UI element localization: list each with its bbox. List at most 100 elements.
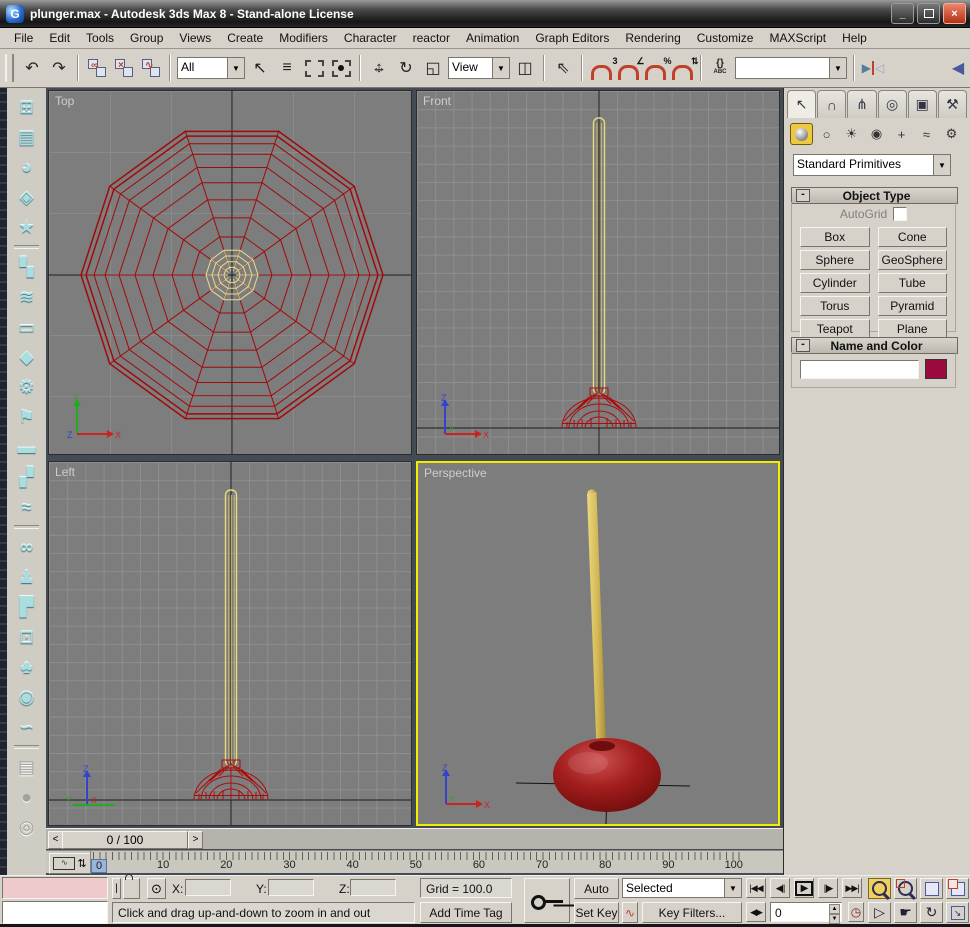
angle-snap-icon[interactable]: ∠: [616, 55, 640, 81]
spindle-object-icon[interactable]: ◈: [7, 182, 46, 212]
car-object-icon[interactable]: ▬: [7, 432, 46, 462]
viewport-perspective[interactable]: Perspective: [416, 461, 780, 826]
mirror-icon[interactable]: ▶◁: [861, 55, 885, 81]
hinge-object-icon[interactable]: ▞: [7, 462, 46, 492]
weathervane-object-icon[interactable]: ⚑: [7, 402, 46, 432]
previous-frame-button[interactable]: ◀||: [770, 878, 790, 898]
time-slider-next-button[interactable]: >: [188, 831, 203, 849]
open-mini-curve-editor-button[interactable]: ∿⇅: [49, 853, 91, 874]
box-button[interactable]: Box: [800, 227, 870, 247]
ball-material-icon[interactable]: ●: [7, 782, 46, 812]
menu-modifiers[interactable]: Modifiers: [271, 29, 336, 47]
current-frame-field[interactable]: 0 ▲▼: [770, 902, 842, 922]
menu-create[interactable]: Create: [219, 29, 271, 47]
swirl-material-icon[interactable]: ◎: [7, 812, 46, 842]
menu-reactor[interactable]: reactor: [405, 29, 458, 47]
plant-object-icon[interactable]: ♣: [7, 652, 46, 682]
select-by-name-icon[interactable]: ≡: [275, 55, 299, 81]
track-bar[interactable]: ∿⇅ 0102030405060708090100: [46, 850, 783, 873]
viewport-top-label[interactable]: Top: [55, 94, 74, 108]
select-and-move-icon[interactable]: ↔↕: [367, 55, 391, 81]
geosphere-button[interactable]: GeoSphere: [878, 250, 948, 270]
figure-object-icon[interactable]: ♟: [7, 562, 46, 592]
viewport-left[interactable]: Left: [48, 461, 412, 826]
capsule-object-icon[interactable]: ▭: [7, 312, 46, 342]
select-and-rotate-icon[interactable]: ↻: [394, 55, 418, 81]
gear-object-icon[interactable]: ⚙: [7, 372, 46, 402]
time-slider-handle[interactable]: 0 / 100: [62, 831, 188, 849]
category-geometry[interactable]: [790, 123, 813, 145]
collapse-icon[interactable]: -: [796, 339, 810, 352]
status-panel-splitter[interactable]: |: [112, 878, 121, 899]
percent-snap-icon[interactable]: %: [643, 55, 667, 81]
zoom-button[interactable]: [868, 878, 891, 899]
collapse-icon[interactable]: -: [796, 189, 810, 202]
menu-tools[interactable]: Tools: [78, 29, 122, 47]
plane-button[interactable]: Plane: [878, 319, 948, 339]
use-pivot-point-center-icon[interactable]: ◫: [513, 55, 537, 81]
time-slider-prev-button[interactable]: <: [48, 831, 63, 849]
title-bar[interactable]: G plunger.max - Autodesk 3ds Max 8 - Sta…: [0, 0, 970, 28]
menu-edit[interactable]: Edit: [41, 29, 78, 47]
viewport-front[interactable]: Front: [416, 90, 780, 455]
menu-file[interactable]: File: [6, 29, 41, 47]
category-helpers[interactable]: +: [890, 123, 913, 145]
x-coordinate-field[interactable]: [185, 879, 231, 896]
play-button[interactable]: ▶: [794, 878, 814, 898]
key-mode-toggle-button[interactable]: ◀▶: [746, 902, 766, 922]
bind-to-space-warp-icon[interactable]: ∿: [139, 55, 163, 81]
star-object-icon[interactable]: ★: [7, 212, 46, 242]
toolbar-scroll-left-icon[interactable]: ◀: [946, 55, 970, 81]
viewport-top[interactable]: Top Y X Z: [48, 90, 412, 455]
cylinder-button[interactable]: Cylinder: [800, 273, 870, 293]
menu-customize[interactable]: Customize: [689, 29, 762, 47]
redo-icon[interactable]: ↷: [47, 55, 71, 81]
key-filters-button[interactable]: Key Filters...: [642, 902, 742, 923]
selection-set-dropdown[interactable]: Selected ▼: [622, 878, 742, 898]
chevron-down-icon[interactable]: ▼: [492, 58, 509, 78]
window-crossing-icon[interactable]: [329, 55, 353, 81]
menu-rendering[interactable]: Rendering: [617, 29, 688, 47]
select-and-manipulate-icon[interactable]: ⇖: [551, 55, 575, 81]
maxscript-mini-listener-pink[interactable]: [2, 877, 108, 899]
time-slider[interactable]: < 0 / 100 >: [46, 828, 783, 849]
go-to-end-button[interactable]: ▶▶|: [842, 878, 862, 898]
sidebar-grip[interactable]: [0, 88, 7, 875]
linked-boxes-object-icon[interactable]: ⊡: [7, 622, 46, 652]
waves-object-icon[interactable]: ≈: [7, 492, 46, 522]
category-space-warps[interactable]: ≈: [915, 123, 938, 145]
undo-icon[interactable]: ↶: [20, 55, 44, 81]
object-color-swatch[interactable]: [925, 359, 947, 379]
wall-object-icon[interactable]: ▛: [7, 592, 46, 622]
next-frame-button[interactable]: ||▶: [818, 878, 838, 898]
tab-motion[interactable]: ◎: [878, 90, 907, 118]
cloth-object-icon[interactable]: ▤: [7, 122, 46, 152]
add-time-tag-button[interactable]: Add Time Tag: [420, 902, 512, 923]
auto-key-button[interactable]: Auto Key: [574, 878, 619, 899]
absolute-mode-transform-button[interactable]: ⊙: [147, 878, 166, 899]
viewport-left-label[interactable]: Left: [55, 465, 75, 479]
trackbar-ruler[interactable]: 0102030405060708090100: [90, 851, 781, 874]
y-coordinate-field[interactable]: [268, 879, 314, 896]
default-in-out-tangents-button[interactable]: ∿: [622, 902, 638, 923]
teapot-button[interactable]: Teapot: [800, 319, 870, 339]
primitives-cubes-icon[interactable]: ⊞: [7, 92, 46, 122]
menu-character[interactable]: Character: [336, 29, 405, 47]
object-name-input[interactable]: [800, 360, 919, 379]
cone-button[interactable]: Cone: [878, 227, 948, 247]
field-of-view-button[interactable]: ▷: [868, 902, 891, 923]
selection-lock-toggle[interactable]: [123, 878, 140, 899]
selection-filter-dropdown[interactable]: All▼: [177, 57, 245, 79]
unlink-selection-icon[interactable]: ×: [112, 55, 136, 81]
badge-object-icon[interactable]: ◉: [7, 682, 46, 712]
menu-group[interactable]: Group: [122, 29, 171, 47]
rectangular-selection-region-icon[interactable]: [302, 55, 326, 81]
category-shapes[interactable]: ○: [815, 123, 838, 145]
tab-create[interactable]: ↖: [787, 90, 816, 118]
time-configuration-button[interactable]: ◷: [848, 902, 864, 922]
shell-object-icon[interactable]: ∽: [7, 712, 46, 742]
select-and-scale-icon[interactable]: ◱: [421, 55, 445, 81]
named-selection-sets-icon[interactable]: {}ABC: [708, 55, 732, 81]
minimize-button[interactable]: _: [891, 3, 914, 24]
menu-maxscript[interactable]: MAXScript: [761, 29, 834, 47]
